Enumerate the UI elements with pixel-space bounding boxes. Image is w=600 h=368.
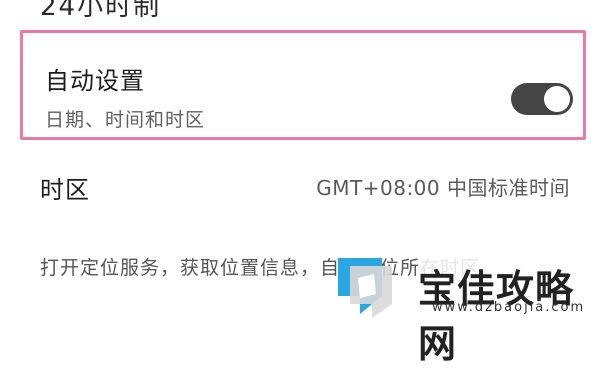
timezone-label: 时区 <box>40 176 90 204</box>
toggle-knob <box>544 86 570 112</box>
auto-setting-toggle[interactable] <box>511 83 573 115</box>
watermark-domain: www.dzbaojia.com <box>432 300 586 315</box>
partial-setting-label: 24小时制 <box>40 0 162 22</box>
auto-setting-subtitle: 日期、时间和时区 <box>45 109 206 131</box>
auto-setting-row[interactable]: 自动设置 日期、时间和时区 <box>20 30 586 140</box>
watermark-logo-icon <box>338 258 392 318</box>
timezone-value: GMT+08:00 中国标准时间 <box>316 176 570 200</box>
auto-setting-title: 自动设置 <box>45 67 145 95</box>
